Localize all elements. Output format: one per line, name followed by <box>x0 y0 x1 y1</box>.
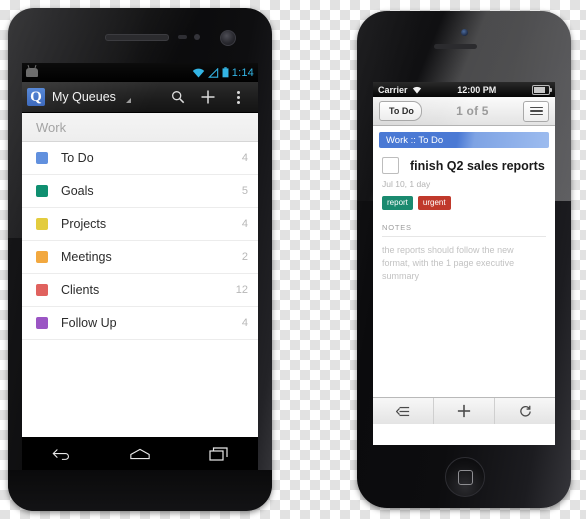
queue-row-to-do[interactable]: To Do 4 <box>22 142 258 175</box>
queue-count: 12 <box>235 284 248 296</box>
android-status-notifications <box>26 68 192 77</box>
android-recents-button[interactable] <box>197 441 241 467</box>
iphone-earpiece-speaker <box>434 44 477 49</box>
queue-label: Clients <box>61 283 100 297</box>
add-task-button[interactable] <box>434 398 495 424</box>
queue-color-swatch <box>36 152 48 164</box>
tag-report[interactable]: report <box>382 196 413 210</box>
queue-color-swatch <box>36 284 48 296</box>
queue-color-swatch <box>36 218 48 230</box>
android-earpiece-speaker <box>105 34 169 41</box>
ios-nav-bar: To Do 1 of 5 <box>373 97 555 126</box>
iphone-front-camera <box>461 29 468 36</box>
task-title: finish Q2 sales reports <box>410 158 545 173</box>
android-robot-icon <box>26 68 38 77</box>
queue-list: To Do 4 Goals 5 Projects 4 Meetings 2 Cl… <box>22 142 258 340</box>
android-status-indicators: 1:14 <box>192 67 254 79</box>
android-screen: 1:14 Q My Queues Work To Do 4 Goals 5 Pr… <box>22 63 258 437</box>
tag-urgent[interactable]: urgent <box>417 196 451 210</box>
chevron-down-icon[interactable] <box>125 98 131 103</box>
android-app-bar: Q My Queues <box>22 82 258 113</box>
queue-row-clients[interactable]: Clients 12 <box>22 274 258 307</box>
home-button-icon <box>457 469 473 485</box>
queue-label: To Do <box>61 151 94 165</box>
carrier-label: Carrier <box>378 84 408 95</box>
back-button[interactable]: To Do <box>379 101 422 121</box>
refresh-icon <box>519 405 531 417</box>
ios-clock: 12:00 PM <box>457 84 497 95</box>
queue-count: 4 <box>241 152 248 164</box>
menu-button[interactable] <box>523 100 549 122</box>
queue-color-swatch <box>36 317 48 329</box>
ios-status-bar: Carrier 12:00 PM <box>373 82 555 97</box>
queue-count: 5 <box>241 185 248 197</box>
back-arrow-icon <box>52 448 70 460</box>
android-light-sensor <box>194 34 200 40</box>
list-indent-icon <box>396 406 410 416</box>
signal-icon <box>207 67 218 78</box>
home-icon <box>130 448 150 459</box>
battery-icon <box>222 67 229 78</box>
queue-label: Meetings <box>61 250 112 264</box>
android-proximity-sensor <box>178 35 187 39</box>
android-navigation-bar <box>22 437 258 470</box>
wifi-icon <box>192 68 204 77</box>
notes-body-text[interactable]: the reports should follow the new format… <box>373 237 555 283</box>
page-indicator-title: 1 of 5 <box>456 104 489 118</box>
queue-row-goals[interactable]: Goals 5 <box>22 175 258 208</box>
queue-row-meetings[interactable]: Meetings 2 <box>22 241 258 274</box>
queue-color-swatch <box>36 185 48 197</box>
section-header-work: Work <box>22 113 258 142</box>
queue-count: 4 <box>241 317 248 329</box>
ios-status-right <box>532 84 552 95</box>
recent-apps-icon <box>209 446 228 461</box>
battery-icon <box>532 84 552 95</box>
android-front-camera <box>220 30 236 46</box>
unchecked-checkbox-icon[interactable] <box>382 157 399 174</box>
notes-section-header: NOTES <box>382 223 546 237</box>
queue-label: Goals <box>61 184 94 198</box>
queue-count: 2 <box>241 251 248 263</box>
iphone-device: Carrier 12:00 PM To Do 1 of 5 Work :: To… <box>357 11 571 508</box>
iphone-screen: Carrier 12:00 PM To Do 1 of 5 Work :: To… <box>373 82 555 445</box>
search-icon <box>172 91 185 104</box>
queue-row-projects[interactable]: Projects 4 <box>22 208 258 241</box>
iphone-home-button[interactable] <box>445 457 485 497</box>
android-chin <box>8 470 272 511</box>
overflow-menu-button[interactable] <box>223 82 253 112</box>
android-phone-device: 1:14 Q My Queues Work To Do 4 Goals 5 Pr… <box>8 8 272 511</box>
refresh-button[interactable] <box>495 398 555 424</box>
list-button[interactable] <box>373 398 434 424</box>
app-bar-title: My Queues <box>52 90 116 104</box>
queue-label: Projects <box>61 217 107 231</box>
task-detail-body: Work :: To Do finish Q2 sales reports Ju… <box>373 132 555 424</box>
wifi-icon <box>412 86 421 94</box>
android-back-button[interactable] <box>39 441 83 467</box>
task-due-date: Jul 10, 1 day <box>382 179 431 189</box>
queue-label: Follow Up <box>61 316 117 330</box>
task-tag-list: report urgent <box>373 189 555 210</box>
search-button[interactable] <box>163 82 193 112</box>
plus-icon <box>457 404 471 418</box>
ios-bottom-toolbar <box>373 397 555 424</box>
queue-row-follow-up[interactable]: Follow Up 4 <box>22 307 258 340</box>
plus-icon <box>201 90 215 104</box>
queue-color-swatch <box>36 251 48 263</box>
task-header-row: finish Q2 sales reports <box>373 148 555 174</box>
android-clock: 1:14 <box>231 66 254 79</box>
breadcrumb[interactable]: Work :: To Do <box>379 132 549 148</box>
add-queue-button[interactable] <box>193 82 223 112</box>
android-home-button[interactable] <box>118 441 162 467</box>
android-status-bar: 1:14 <box>22 63 258 82</box>
queue-count: 4 <box>241 218 248 230</box>
overflow-menu-icon <box>236 90 240 104</box>
ios-status-left: Carrier <box>378 85 422 95</box>
app-logo-icon: Q <box>27 88 45 106</box>
